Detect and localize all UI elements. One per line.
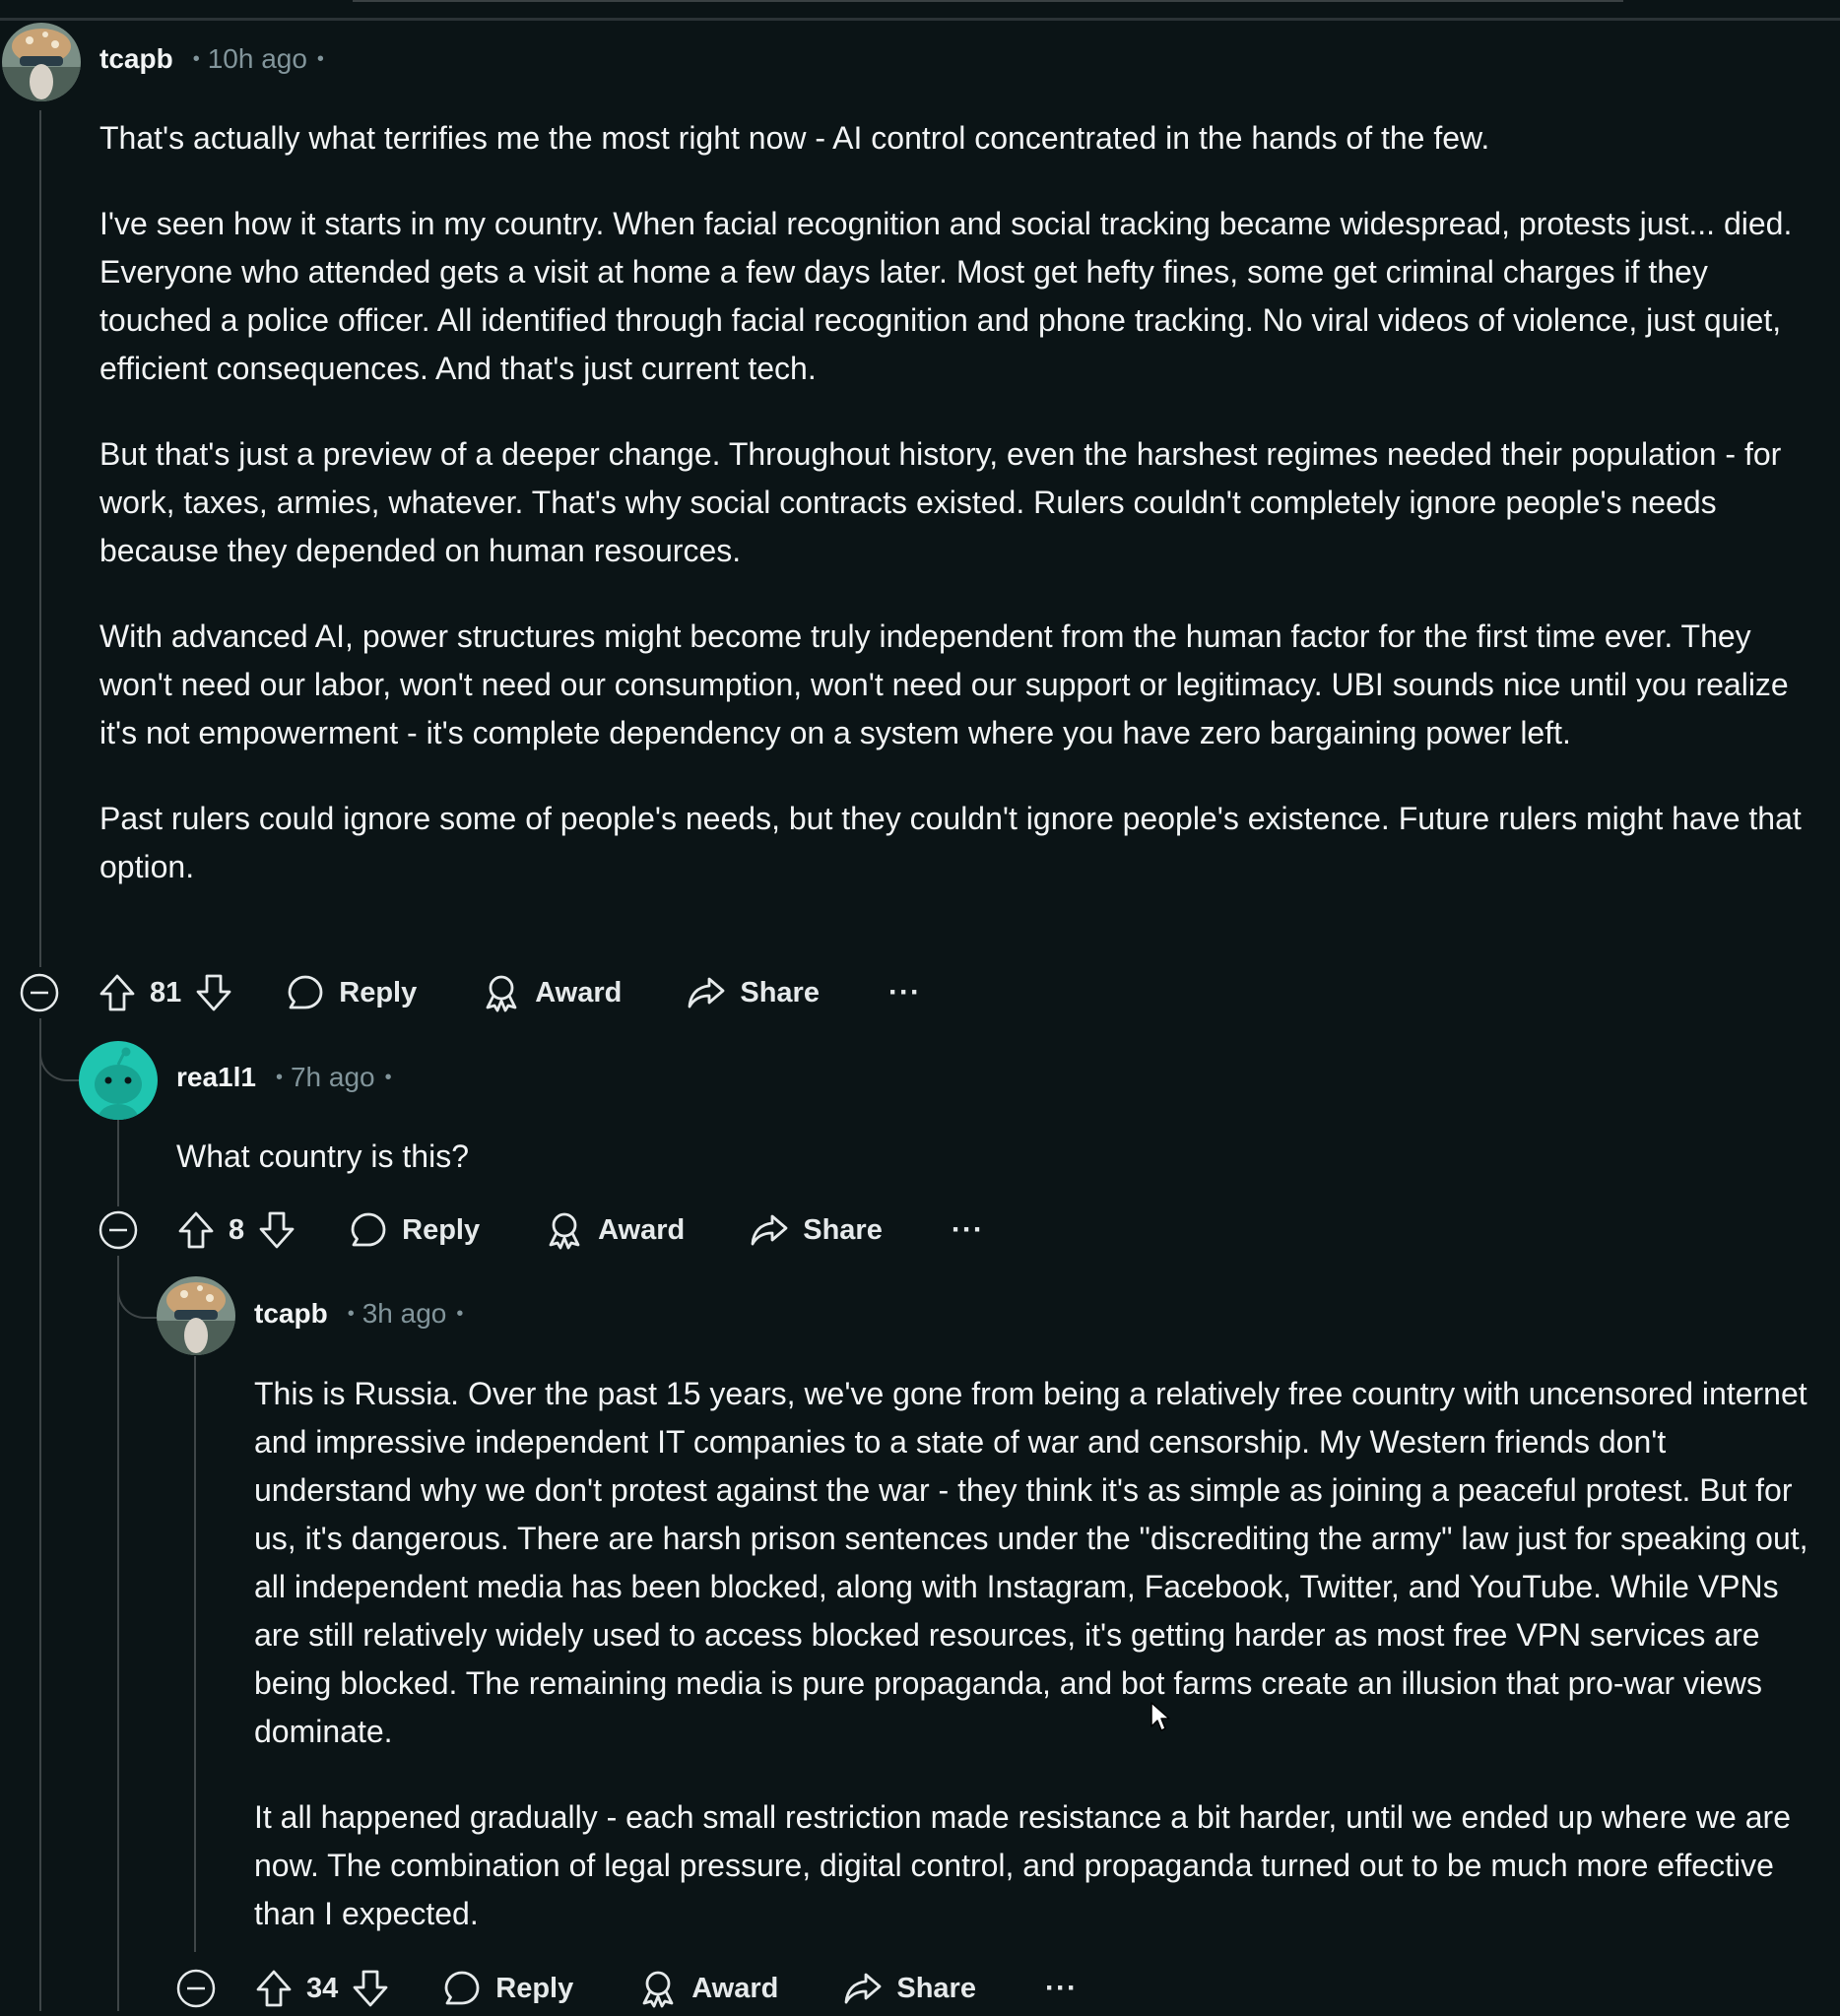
collapse-button[interactable]	[99, 1210, 138, 1250]
header-divider	[0, 18, 1840, 21]
username[interactable]: tcapb	[254, 1298, 328, 1330]
comment-paragraph: This is Russia. Over the past 15 years, …	[254, 1376, 1808, 1749]
reply-button[interactable]: Reply	[349, 1210, 480, 1250]
award-label: Award	[691, 1972, 779, 2004]
thread-line-level-2[interactable]	[117, 1256, 119, 2011]
more-options-button[interactable]: ···	[888, 976, 921, 1009]
top-divider	[353, 0, 1623, 2]
username[interactable]: rea1l1	[176, 1062, 256, 1093]
thread-line-level-2[interactable]	[117, 1120, 119, 1206]
collapse-icon	[20, 973, 59, 1012]
downvote-icon[interactable]	[258, 1210, 296, 1250]
award-icon	[642, 1971, 674, 2008]
reply-icon	[444, 1971, 480, 2005]
downvote-icon[interactable]	[352, 1969, 389, 2008]
avatar[interactable]	[2, 23, 81, 101]
timestamp[interactable]: 10h ago	[208, 43, 307, 75]
more-options-button[interactable]: ···	[952, 1213, 984, 1247]
comment-meta: tcapb • 3h ago •	[254, 1298, 463, 1330]
award-icon	[549, 1212, 580, 1250]
more-options-button[interactable]: ···	[1045, 1972, 1078, 2005]
share-button[interactable]: Share	[750, 1210, 883, 1250]
reply-label: Reply	[495, 1972, 574, 2004]
reply-icon	[288, 975, 323, 1009]
reply-button[interactable]: Reply	[286, 973, 417, 1012]
vote-group: 81	[99, 973, 232, 1012]
share-button[interactable]: Share	[843, 1969, 976, 2008]
thread-line-level-3[interactable]	[194, 1356, 196, 1952]
share-icon	[844, 1973, 882, 2004]
share-label: Share	[803, 1213, 883, 1246]
vote-score: 81	[150, 976, 182, 1008]
award-icon	[486, 975, 517, 1012]
comment-paragraph: What country is this?	[176, 1138, 469, 1174]
award-button[interactable]: Award	[545, 1210, 685, 1250]
award-label: Award	[535, 976, 623, 1008]
vote-score: 8	[229, 1213, 245, 1246]
avatar[interactable]	[79, 1041, 158, 1120]
upvote-icon[interactable]	[99, 973, 136, 1012]
vote-score: 34	[306, 1972, 339, 2004]
upvote-icon[interactable]	[255, 1969, 293, 2008]
comment-paragraph: That's actually what terrifies me the mo…	[99, 120, 1490, 156]
comment-body: This is Russia. Over the past 15 years, …	[254, 1370, 1820, 1976]
thread-line-level-1[interactable]	[39, 110, 41, 967]
thread-connector	[117, 1256, 159, 1319]
comment-paragraph: But that's just a preview of a deeper ch…	[99, 436, 1782, 568]
reply-icon	[351, 1212, 386, 1247]
collapse-icon	[176, 1969, 216, 2008]
collapse-button[interactable]	[176, 1969, 216, 2008]
share-label: Share	[740, 976, 820, 1008]
separator-dot: •	[192, 47, 200, 70]
timestamp[interactable]: 3h ago	[362, 1298, 447, 1330]
upvote-icon[interactable]	[177, 1210, 215, 1250]
award-button[interactable]: Award	[638, 1969, 778, 2008]
comment-actions: 8 Reply Award Share ···	[99, 1203, 984, 1258]
more-icon: ···	[887, 976, 921, 1008]
comment-paragraph: It all happened gradually - each small r…	[254, 1799, 1791, 1931]
more-icon: ···	[951, 1213, 984, 1246]
collapse-button[interactable]	[20, 973, 59, 1012]
thread-connector	[39, 1018, 81, 1081]
separator-dot: •	[456, 1302, 464, 1325]
collapse-icon	[99, 1210, 138, 1250]
username[interactable]: tcapb	[99, 43, 173, 75]
timestamp[interactable]: 7h ago	[291, 1062, 375, 1093]
vote-group: 34	[255, 1969, 389, 2008]
comment-paragraph: I've seen how it starts in my country. W…	[99, 206, 1793, 386]
thread-line-level-1[interactable]	[39, 1018, 41, 2011]
avatar[interactable]	[157, 1276, 235, 1355]
reply-label: Reply	[402, 1213, 481, 1246]
share-button[interactable]: Share	[687, 973, 820, 1012]
vote-group: 8	[177, 1210, 296, 1250]
reply-button[interactable]: Reply	[442, 1969, 573, 2008]
separator-dot: •	[347, 1302, 355, 1325]
comment-paragraph: Past rulers could ignore some of people'…	[99, 801, 1802, 884]
separator-dot: •	[384, 1066, 392, 1088]
more-icon: ···	[1044, 1972, 1078, 2004]
separator-dot: •	[275, 1066, 283, 1088]
share-icon	[688, 977, 725, 1008]
downvote-icon[interactable]	[195, 973, 232, 1012]
share-label: Share	[896, 1972, 976, 2004]
reply-label: Reply	[339, 976, 418, 1008]
award-button[interactable]: Award	[482, 973, 622, 1012]
share-icon	[751, 1214, 788, 1246]
comment-meta: tcapb • 10h ago •	[99, 43, 324, 75]
award-label: Award	[598, 1213, 686, 1246]
comment-body: That's actually what terrifies me the mo…	[99, 114, 1818, 929]
cursor-icon	[1150, 1702, 1170, 1731]
comment-actions: 34 Reply Award Share ···	[176, 1961, 1078, 2016]
comment-actions: 81 Reply Award Share ···	[20, 965, 921, 1020]
separator-dot: •	[316, 47, 324, 70]
comment-meta: rea1l1 • 7h ago •	[176, 1062, 392, 1093]
comment-paragraph: With advanced AI, power structures might…	[99, 618, 1789, 750]
